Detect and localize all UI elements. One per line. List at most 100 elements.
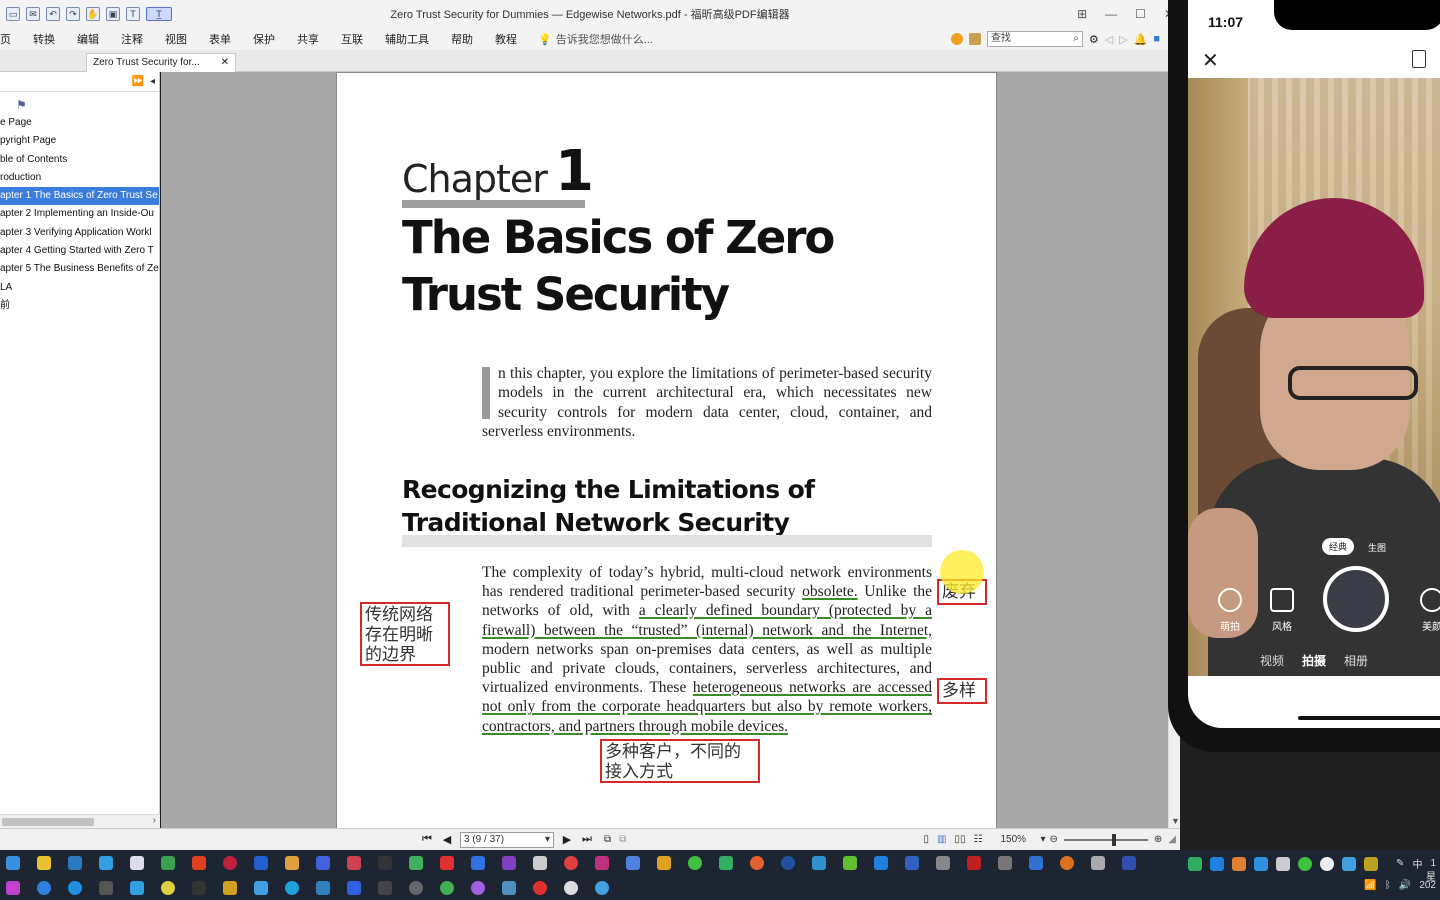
page-number-input[interactable]: 3 (9 / 37) ▾ xyxy=(460,831,554,848)
tray-icon[interactable] xyxy=(1188,856,1203,871)
app-icon[interactable] xyxy=(905,855,919,870)
ime-indicator[interactable]: 中 xyxy=(1412,856,1422,871)
tray-icon[interactable] xyxy=(1232,856,1247,871)
onedrive-icon[interactable] xyxy=(874,855,888,870)
scrollbar-thumb[interactable] xyxy=(2,818,94,826)
bookmark-item[interactable]: pyright Page xyxy=(0,132,159,150)
app-icon[interactable] xyxy=(564,855,578,870)
bookmark-item[interactable]: apter 3 Verifying Application Workl xyxy=(0,224,159,242)
menu-convert[interactable]: 转换 xyxy=(22,31,66,47)
hand-tool-icon[interactable]: ✋ xyxy=(86,7,100,21)
maximize-button[interactable]: ☐ xyxy=(1135,7,1146,21)
app-icon[interactable] xyxy=(347,880,361,895)
next-page-button[interactable]: ▶ xyxy=(560,833,574,846)
menu-protect[interactable]: 保护 xyxy=(242,31,286,47)
cute-filter-option[interactable]: 萌拍 xyxy=(1210,588,1250,633)
app-icon[interactable] xyxy=(1029,855,1043,870)
app-icon[interactable] xyxy=(347,855,361,870)
app-icon[interactable] xyxy=(719,855,733,870)
first-page-button[interactable]: ⏮ xyxy=(420,833,434,846)
app-icon[interactable] xyxy=(595,855,609,870)
style-option[interactable]: 风格 xyxy=(1262,588,1302,633)
edge-icon[interactable] xyxy=(6,855,20,870)
xbox-icon[interactable] xyxy=(409,880,423,895)
search-app-icon[interactable] xyxy=(626,855,640,870)
wechat-tray-icon[interactable] xyxy=(1298,856,1313,871)
continuous-view-icon[interactable]: ▥ xyxy=(937,834,946,845)
menu-page[interactable]: 页 xyxy=(0,31,22,47)
bookmark-item[interactable]: roduction xyxy=(0,169,159,187)
l-app-icon[interactable] xyxy=(99,855,113,870)
app-icon[interactable] xyxy=(192,855,206,870)
close-tab-icon[interactable]: ✕ xyxy=(221,57,229,69)
bookmark-item[interactable]: ble of Contents xyxy=(0,151,159,169)
app-icon[interactable] xyxy=(192,880,206,895)
app-icon[interactable] xyxy=(502,880,516,895)
facing-view-icon[interactable]: ▯▯ xyxy=(955,834,966,845)
select-tool-icon[interactable]: ▣ xyxy=(106,7,120,21)
menu-connect[interactable]: 互联 xyxy=(330,31,374,47)
app-icon[interactable] xyxy=(161,855,175,870)
settings-icon[interactable]: ⚙ xyxy=(1089,33,1099,46)
back-icon[interactable]: ◁ xyxy=(1105,33,1113,46)
terminal-icon[interactable] xyxy=(378,855,392,870)
app-icon[interactable] xyxy=(533,880,547,895)
expand-panel-icon[interactable]: ⏩ xyxy=(132,76,144,87)
scroll-right-icon[interactable]: › xyxy=(153,815,156,826)
bookmark-item[interactable]: 前 xyxy=(0,297,159,315)
document-tab[interactable]: Zero Trust Security for... ✕ xyxy=(86,53,236,72)
flip-camera-icon[interactable] xyxy=(1412,50,1426,68)
bookmark-item[interactable]: apter 2 Implementing an Inside-Ou xyxy=(0,205,159,223)
chrome-icon[interactable] xyxy=(440,880,454,895)
mail-icon[interactable]: ✉ xyxy=(26,7,40,21)
single-page-view-icon[interactable]: ▯ xyxy=(924,834,930,845)
app-icon[interactable] xyxy=(254,880,268,895)
bluetooth-icon[interactable]: ᛒ xyxy=(1385,880,1391,891)
menu-tutorial[interactable]: 教程 xyxy=(484,31,528,47)
telegram-icon[interactable] xyxy=(285,880,299,895)
app-icon[interactable] xyxy=(1122,855,1136,870)
menu-accessibility[interactable]: 辅助工具 xyxy=(374,31,440,47)
redo-icon[interactable]: ↷ xyxy=(66,7,80,21)
tray-icon[interactable] xyxy=(1320,856,1335,871)
horizontal-scrollbar[interactable]: › xyxy=(0,814,160,828)
layout-icon[interactable]: ⊞ xyxy=(1077,7,1087,21)
bookmark-item-selected[interactable]: apter 1 The Basics of Zero Trust Se xyxy=(0,187,159,206)
bookmark-item[interactable]: apter 4 Getting Started with Zero T xyxy=(0,242,159,260)
app-icon[interactable] xyxy=(967,855,981,870)
annotation-access-methods[interactable]: 多种客户，不同的接入方式 xyxy=(600,739,760,783)
menu-edit[interactable]: 编辑 xyxy=(66,31,110,47)
tray-icon[interactable] xyxy=(1364,856,1379,871)
previous-page-button[interactable]: ◀ xyxy=(440,833,454,846)
insert-page-icon[interactable]: ⧉ xyxy=(619,834,626,845)
app-icon[interactable] xyxy=(254,855,268,870)
zoom-dropdown-icon[interactable]: ▾ xyxy=(1040,834,1045,845)
tab-album[interactable]: 相册 xyxy=(1344,652,1368,669)
extract-page-icon[interactable]: ⧉ xyxy=(604,834,611,845)
menu-share[interactable]: 共享 xyxy=(286,31,330,47)
undo-icon[interactable]: ↶ xyxy=(46,7,60,21)
app-icon[interactable] xyxy=(161,880,175,895)
app-icon[interactable] xyxy=(37,880,51,895)
app-icon[interactable] xyxy=(440,855,454,870)
camera-close-button[interactable]: ✕ xyxy=(1202,48,1219,73)
app-icon[interactable] xyxy=(1091,855,1105,870)
gear-icon[interactable] xyxy=(564,880,578,895)
bookmark-item[interactable]: apter 5 The Business Benefits of Ze xyxy=(0,260,159,278)
beauty-option[interactable]: 美颜 xyxy=(1412,588,1440,633)
menu-comment[interactable]: 注释 xyxy=(110,31,154,47)
app-icon[interactable] xyxy=(378,880,392,895)
app-icon[interactable] xyxy=(99,880,113,895)
account-icon[interactable]: ■ xyxy=(1153,33,1160,45)
record-icon[interactable] xyxy=(223,855,237,870)
app-icon[interactable] xyxy=(998,855,1012,870)
annotation-diverse[interactable]: 多样 xyxy=(937,678,987,704)
bookmark-tool-icon[interactable]: ⚑ xyxy=(0,92,159,114)
app-icon[interactable] xyxy=(316,855,330,870)
zoom-out-icon[interactable]: ⊖ xyxy=(1050,834,1058,845)
app-icon[interactable] xyxy=(1060,855,1074,870)
app-icon[interactable] xyxy=(781,855,795,870)
app-icon[interactable] xyxy=(6,880,20,895)
text-highlight-icon[interactable]: T̲ xyxy=(146,7,172,21)
tab-video[interactable]: 视频 xyxy=(1260,652,1284,669)
